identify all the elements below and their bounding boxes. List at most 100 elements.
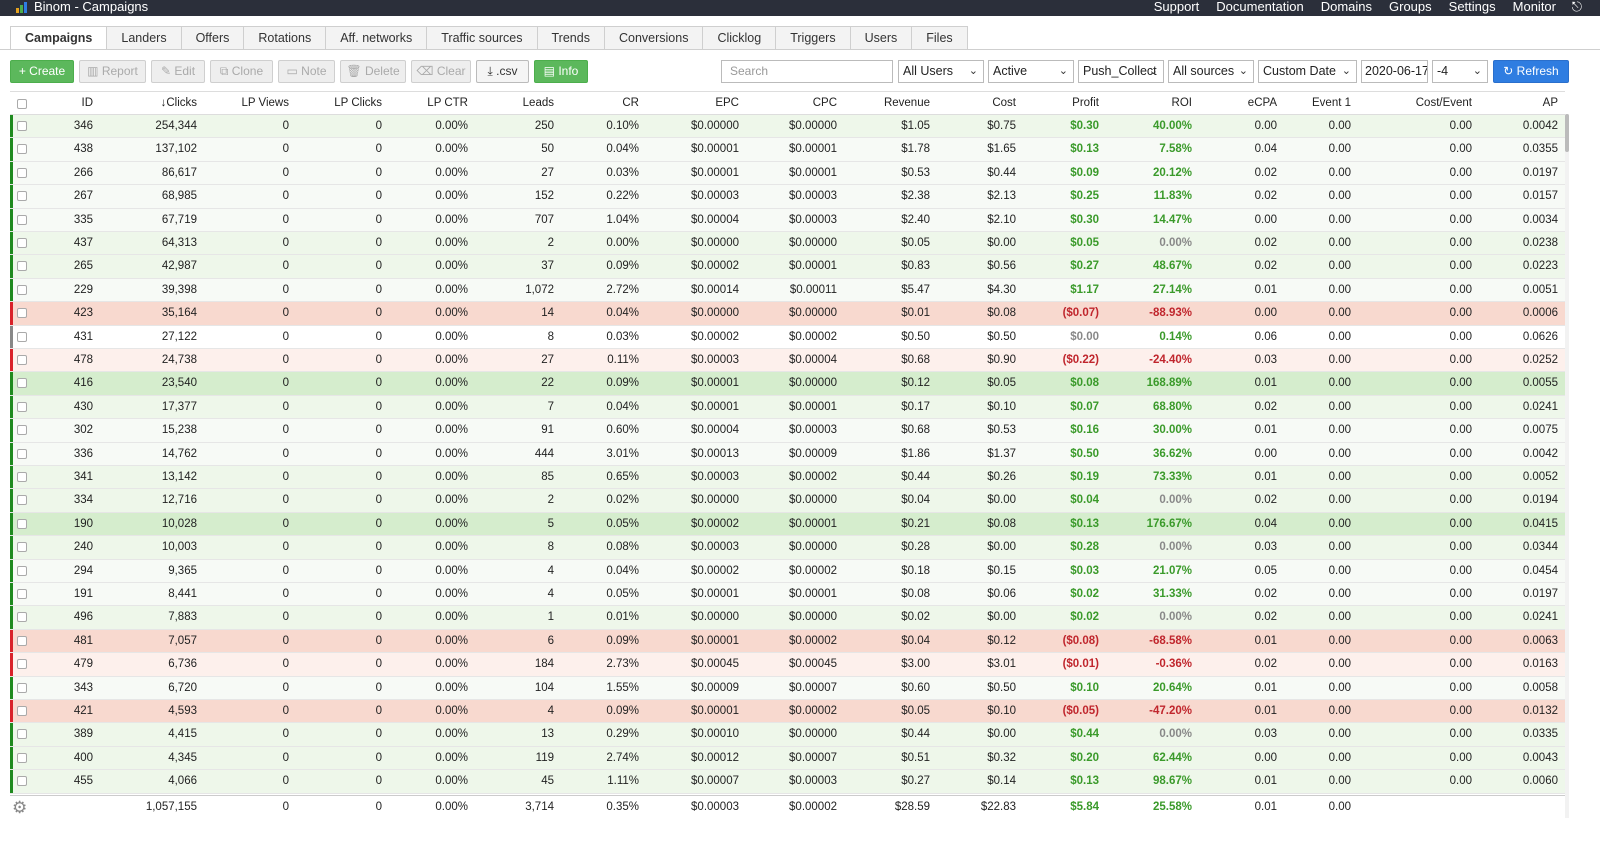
tab-offers[interactable]: Offers (181, 26, 245, 50)
table-row[interactable]: 190 10,028 0 0 0.00% 5 0.05% $0.00002 $0.00001 $0… (10, 512, 1565, 537)
scrollbar-thumb[interactable] (1565, 114, 1569, 152)
table-row[interactable]: 191 8,441 0 0 0.00% 4 0.05% $0.00001 $0.00001 $0.… (10, 583, 1565, 607)
tab-campaigns[interactable]: Campaigns (10, 26, 108, 50)
table-row[interactable]: 421 4,593 0 0 0.00% 4 0.09% $0.00001 $0.00002 $0.… (10, 700, 1565, 724)
row-checkbox[interactable] (17, 191, 27, 202)
table-row[interactable]: 481 7,057 0 0 0.00% 6 0.09% $0.00001 $0.00002 $0.… (10, 629, 1565, 654)
topnav-domains[interactable]: Domains (1321, 0, 1372, 14)
create-button[interactable]: + Create (10, 60, 74, 83)
row-checkbox[interactable] (17, 214, 27, 225)
column-header-cost-event[interactable]: Cost/Event (1372, 92, 1472, 114)
row-checkbox[interactable] (17, 378, 27, 389)
table-row[interactable]: 302 15,238 0 0 0.00% 91 0.60% $0.00004 $0.00003 $… (10, 419, 1565, 443)
column-header-ecpa[interactable]: eCPA (1197, 92, 1277, 114)
tab-conversions[interactable]: Conversions (604, 26, 704, 50)
table-row[interactable]: 341 13,142 0 0 0.00% 85 0.65% $0.00003 $0.00002 $… (10, 466, 1565, 490)
row-checkbox[interactable] (17, 261, 27, 272)
info-button[interactable]: ▤ Info (534, 60, 588, 83)
tab-files[interactable]: Files (912, 26, 968, 50)
row-checkbox[interactable] (17, 659, 27, 670)
row-checkbox[interactable] (17, 589, 27, 599)
tab-users[interactable]: Users (850, 26, 913, 50)
column-header-ap[interactable]: AP (1478, 92, 1558, 114)
status-select[interactable]: Active ⌄ (988, 60, 1074, 83)
table-row[interactable]: 335 67,719 0 0 0.00% 707 1.04% $0.00004 $0.00003… (10, 208, 1565, 232)
row-checkbox[interactable] (17, 706, 27, 716)
table-row[interactable]: 229 39,398 0 0 0.00% 1,072 2.72% $0.00014 $0.000… (10, 278, 1565, 303)
tab-clicklog[interactable]: Clicklog (703, 26, 777, 50)
note-button[interactable]: ▭ Note (278, 60, 335, 83)
sources-select[interactable]: All sources ⌄ (1168, 60, 1254, 83)
table-row[interactable]: 430 17,377 0 0 0.00% 7 0.04% $0.00001 $0.00001 $0… (10, 395, 1565, 420)
tab-aff-networks[interactable]: Aff. networks (326, 26, 428, 50)
timezone-select[interactable]: -4 ⌄ (1432, 60, 1488, 83)
topnav-monitor[interactable]: Monitor (1513, 0, 1556, 14)
table-row[interactable]: 336 14,762 0 0 0.00% 444 3.01% $0.00013 $0.00009… (10, 442, 1565, 466)
table-row[interactable]: 431 27,122 0 0 0.00% 8 0.03% $0.00002 $0.00002 $0… (10, 325, 1565, 349)
row-checkbox[interactable] (17, 308, 27, 319)
table-row[interactable]: 478 24,738 0 0 0.00% 27 0.11% $0.00003 $0.00004 $… (10, 349, 1565, 373)
row-checkbox[interactable] (17, 729, 27, 740)
table-row[interactable]: 455 4,066 0 0 0.00% 45 1.11% $0.00007 $0.00003 $0… (10, 770, 1565, 794)
topnav-support[interactable]: Support (1154, 0, 1200, 14)
table-row[interactable]: 334 12,716 0 0 0.00% 2 0.02% $0.00000 $0.00000 $0… (10, 489, 1565, 513)
row-checkbox[interactable] (17, 495, 27, 506)
row-checkbox[interactable] (17, 144, 27, 155)
tab-traffic-sources[interactable]: Traffic sources (427, 26, 538, 50)
table-row[interactable]: 346 254,344 0 0 0.00% 250 0.10% $0.00000 $0.0000… (10, 115, 1565, 139)
table-row[interactable]: 266 86,617 0 0 0.00% 27 0.03% $0.00001 $0.00001 $… (10, 161, 1565, 186)
row-checkbox[interactable] (17, 542, 27, 553)
table-row[interactable]: 479 6,736 0 0 0.00% 184 2.73% $0.00045 $0.00045 $… (10, 653, 1565, 677)
table-row[interactable]: 294 9,365 0 0 0.00% 4 0.04% $0.00002 $0.00002 $0.… (10, 559, 1565, 583)
edit-button[interactable]: ✎ Edit (151, 60, 205, 83)
column-header-cr[interactable]: CR (559, 92, 639, 114)
topnav-settings[interactable]: Settings (1449, 0, 1496, 14)
column-header-epc[interactable]: EPC (649, 92, 739, 114)
gear-icon[interactable]: ⚙ (12, 799, 27, 816)
table-row[interactable]: 343 6,720 0 0 0.00% 104 1.55% $0.00009 $0.00007 $… (10, 676, 1565, 700)
column-header-leads[interactable]: Leads (474, 92, 554, 114)
column-header-event-1[interactable]: Event 1 (1271, 92, 1351, 114)
table-row[interactable]: 416 23,540 0 0 0.00% 22 0.09% $0.00001 $0.00000 $… (10, 372, 1565, 396)
row-checkbox[interactable] (17, 167, 27, 178)
table-row[interactable]: 267 68,985 0 0 0.00% 152 0.22% $0.00003 $0.00003… (10, 185, 1565, 209)
report-button[interactable]: ▥ Report (79, 60, 146, 83)
table-row[interactable]: 400 4,345 0 0 0.00% 119 2.74% $0.00012 $0.00007 $… (10, 746, 1565, 771)
tab-rotations[interactable]: Rotations (244, 26, 327, 50)
table-row[interactable]: 240 10,003 0 0 0.00% 8 0.08% $0.00003 $0.00000 $0… (10, 536, 1565, 560)
row-checkbox[interactable] (17, 472, 27, 482)
column-header-revenue[interactable]: Revenue (850, 92, 930, 114)
tab-landers[interactable]: Landers (107, 26, 182, 50)
search-input[interactable]: Search (721, 60, 893, 83)
row-checkbox[interactable] (17, 682, 27, 693)
table-row[interactable]: 423 35,164 0 0 0.00% 14 0.04% $0.00000 $0.00000 $… (10, 302, 1565, 326)
topnav-documentation[interactable]: Documentation (1216, 0, 1303, 14)
logout-icon[interactable]: ⎋ (1572, 0, 1582, 14)
date-mode-select[interactable]: Custom Date ⌄ (1258, 60, 1357, 83)
row-checkbox[interactable] (17, 331, 27, 342)
date-input[interactable]: 2020-06-17 (1361, 60, 1428, 83)
users-select[interactable]: All Users ⌄ (898, 60, 984, 83)
delete-button[interactable]: 🗑 Delete (340, 60, 406, 83)
row-checkbox[interactable] (17, 448, 27, 459)
table-row[interactable]: 496 7,883 0 0 0.00% 1 0.01% $0.00000 $0.00000 $0.… (10, 606, 1565, 630)
clone-button[interactable]: ⧉ Clone (210, 60, 273, 83)
table-scrollbar[interactable] (1565, 114, 1569, 818)
column-header-cpc[interactable]: CPC (747, 92, 837, 114)
row-checkbox[interactable] (17, 425, 27, 436)
column-header-clicks[interactable]: ↓Clicks (107, 92, 197, 114)
column-header-id[interactable]: ID (43, 92, 94, 114)
column-header-lp-clicks[interactable]: LP Clicks (302, 92, 382, 114)
brand[interactable]: Binom - Campaigns (16, 0, 148, 14)
table-row[interactable]: 389 4,415 0 0 0.00% 13 0.29% $0.00010 $0.00000 $0… (10, 723, 1565, 747)
row-checkbox[interactable] (17, 355, 27, 365)
tab-triggers[interactable]: Triggers (776, 26, 851, 50)
column-header-lp-views[interactable]: LP Views (209, 92, 289, 114)
row-checkbox[interactable] (17, 635, 27, 646)
row-checkbox[interactable] (17, 776, 27, 787)
column-header-cost[interactable]: Cost (936, 92, 1016, 114)
group-select[interactable]: Push_Collect ⌄ (1078, 60, 1164, 83)
column-header-lp-ctr[interactable]: LP CTR (388, 92, 468, 114)
topnav-groups[interactable]: Groups (1389, 0, 1432, 14)
csv-export-button[interactable]: ⤓ .csv (476, 60, 529, 83)
